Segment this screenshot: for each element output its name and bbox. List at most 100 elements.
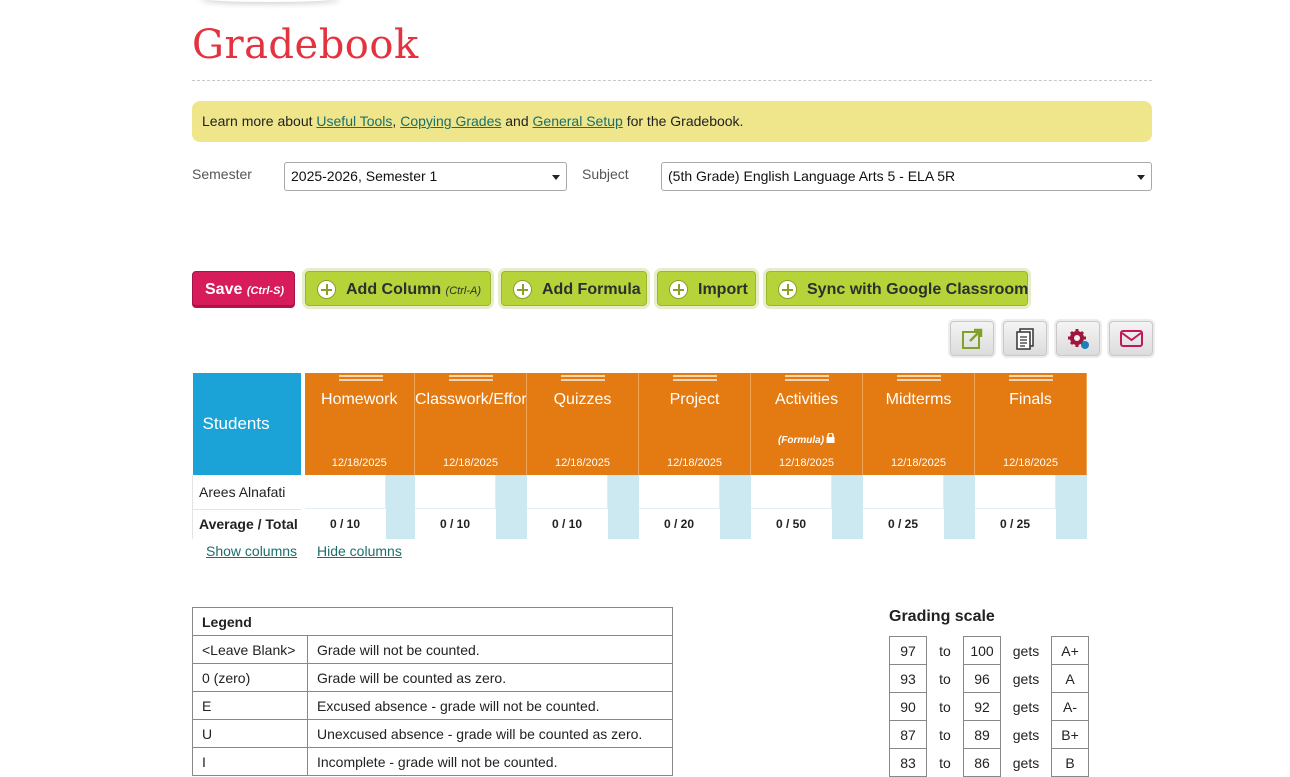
plus-icon bbox=[513, 280, 532, 299]
column-header-quizzes[interactable]: Quizzes 12/18/2025 bbox=[526, 373, 639, 475]
scale-grade[interactable]: A+ bbox=[1051, 636, 1089, 665]
column-header-homework[interactable]: Homework 12/18/2025 bbox=[302, 373, 415, 475]
grade-input[interactable] bbox=[414, 475, 496, 509]
semester-label: Semester bbox=[192, 166, 252, 182]
legend-desc: Grade will be counted as zero. bbox=[307, 663, 673, 692]
legend-row: <Leave Blank> Grade will not be counted. bbox=[192, 635, 673, 664]
column-header-classwork[interactable]: Classwork/Effort 12/18/2025 bbox=[414, 373, 527, 475]
grade-input[interactable] bbox=[750, 475, 832, 509]
grade-input[interactable] bbox=[526, 475, 608, 509]
column-header-project[interactable]: Project 12/18/2025 bbox=[638, 373, 751, 475]
scale-grade[interactable]: A- bbox=[1051, 692, 1089, 721]
grade-input[interactable] bbox=[304, 475, 386, 509]
scale-row: 87 to 89 gets B+ bbox=[889, 720, 1089, 749]
scale-max[interactable]: 86 bbox=[963, 748, 1001, 777]
drag-handle-icon[interactable] bbox=[897, 375, 941, 381]
grade-cell bbox=[638, 475, 751, 509]
grade-input[interactable] bbox=[862, 475, 944, 509]
semester-value: 2025-2026, Semester 1 bbox=[291, 168, 438, 184]
column-formula: (Formula) bbox=[777, 435, 825, 446]
drag-handle-icon[interactable] bbox=[561, 375, 605, 381]
average-cell: 0 / 25 bbox=[974, 509, 1087, 539]
grading-scale-title: Grading scale bbox=[889, 608, 995, 625]
drag-handle-icon[interactable] bbox=[673, 375, 717, 381]
scale-to: to bbox=[939, 642, 951, 659]
drag-handle-icon[interactable] bbox=[338, 375, 383, 381]
add-column-label: Add Column bbox=[346, 281, 442, 298]
scale-to: to bbox=[939, 698, 951, 715]
scale-gets: gets bbox=[1012, 642, 1040, 659]
copying-grades-link[interactable]: Copying Grades bbox=[400, 113, 501, 129]
student-name[interactable]: Arees Alnafati bbox=[192, 475, 305, 510]
scale-row: 97 to 100 gets A+ bbox=[889, 636, 1089, 665]
external-link-icon bbox=[962, 328, 983, 349]
header-shadow bbox=[200, 0, 340, 2]
column-header-midterms[interactable]: Midterms 12/18/2025 bbox=[862, 373, 975, 475]
settings-button[interactable] bbox=[1056, 321, 1100, 356]
plus-icon bbox=[778, 280, 797, 299]
scale-grade[interactable]: B bbox=[1051, 748, 1089, 777]
semester-select[interactable]: 2025-2026, Semester 1 bbox=[284, 162, 567, 191]
sync-google-classroom-button[interactable]: Sync with Google Classroom bbox=[766, 271, 1028, 306]
scale-max[interactable]: 96 bbox=[963, 664, 1001, 693]
scale-min[interactable]: 97 bbox=[889, 636, 927, 665]
drag-handle-icon[interactable] bbox=[785, 375, 829, 381]
show-columns-link[interactable]: Show columns bbox=[206, 543, 297, 559]
settings-icon bbox=[1068, 329, 1089, 349]
add-column-button[interactable]: Add Column (Ctrl-A) bbox=[305, 271, 491, 306]
drag-handle-icon[interactable] bbox=[1009, 375, 1053, 381]
grade-cell-side bbox=[607, 475, 639, 509]
average-cell-side bbox=[607, 509, 639, 539]
export-button[interactable] bbox=[950, 321, 994, 356]
average-value: 0 / 10 bbox=[304, 509, 386, 539]
legend-desc: Incomplete - grade will not be counted. bbox=[307, 747, 673, 776]
scale-gets: gets bbox=[1012, 726, 1040, 743]
average-cell-side bbox=[831, 509, 863, 539]
column-header-activities[interactable]: Activities (Formula) 12/18/2025 bbox=[750, 373, 863, 475]
general-setup-link[interactable]: General Setup bbox=[533, 113, 623, 129]
scale-max[interactable]: 100 bbox=[963, 636, 1001, 665]
save-button[interactable]: Save (Ctrl-S) bbox=[192, 271, 295, 306]
gradebook-table: Students Homework 12/18/2025 Classwork/E… bbox=[192, 373, 1087, 539]
useful-tools-link[interactable]: Useful Tools bbox=[316, 113, 392, 129]
scale-grade[interactable]: A bbox=[1051, 664, 1089, 693]
import-button[interactable]: Import bbox=[657, 271, 756, 306]
column-date: 12/18/2025 bbox=[666, 457, 723, 469]
scale-row: 93 to 96 gets A bbox=[889, 664, 1089, 693]
sync-label: Sync with Google Classroom bbox=[807, 281, 1029, 298]
scale-min[interactable]: 83 bbox=[889, 748, 927, 777]
column-name: Homework bbox=[321, 391, 398, 408]
scale-min[interactable]: 90 bbox=[889, 692, 927, 721]
grade-input[interactable] bbox=[974, 475, 1056, 509]
average-value: 0 / 20 bbox=[638, 509, 720, 539]
legend-key: 0 (zero) bbox=[192, 663, 308, 692]
average-cell: 0 / 50 bbox=[750, 509, 863, 539]
drag-handle-icon[interactable] bbox=[449, 375, 493, 381]
hide-columns-link[interactable]: Hide columns bbox=[317, 543, 402, 559]
column-date: 12/18/2025 bbox=[1002, 457, 1059, 469]
scale-grade[interactable]: B+ bbox=[1051, 720, 1089, 749]
scale-max[interactable]: 92 bbox=[963, 692, 1001, 721]
scale-min[interactable]: 93 bbox=[889, 664, 927, 693]
legend-desc: Excused absence - grade will not be coun… bbox=[307, 691, 673, 720]
scale-min[interactable]: 87 bbox=[889, 720, 927, 749]
legend-title: Legend bbox=[192, 607, 673, 636]
grade-cell bbox=[974, 475, 1087, 509]
column-name: Classwork/Effort bbox=[415, 391, 526, 408]
scale-max[interactable]: 89 bbox=[963, 720, 1001, 749]
lock-icon bbox=[826, 432, 835, 443]
email-icon bbox=[1120, 330, 1143, 347]
add-formula-button[interactable]: Add Formula bbox=[501, 271, 647, 306]
average-cell: 0 / 20 bbox=[638, 509, 751, 539]
scale-gets: gets bbox=[1012, 670, 1040, 687]
grade-cell-side bbox=[719, 475, 751, 509]
legend-row: E Excused absence - grade will not be cou… bbox=[192, 691, 673, 720]
grade-input[interactable] bbox=[638, 475, 720, 509]
column-name: Quizzes bbox=[553, 391, 612, 408]
column-header-finals[interactable]: Finals 12/18/2025 bbox=[974, 373, 1087, 475]
email-button[interactable] bbox=[1109, 321, 1153, 356]
subject-select[interactable]: (5th Grade) English Language Arts 5 - EL… bbox=[661, 162, 1152, 191]
print-button[interactable] bbox=[1003, 321, 1047, 356]
average-cell-side bbox=[385, 509, 417, 539]
save-label: Save bbox=[205, 281, 243, 298]
